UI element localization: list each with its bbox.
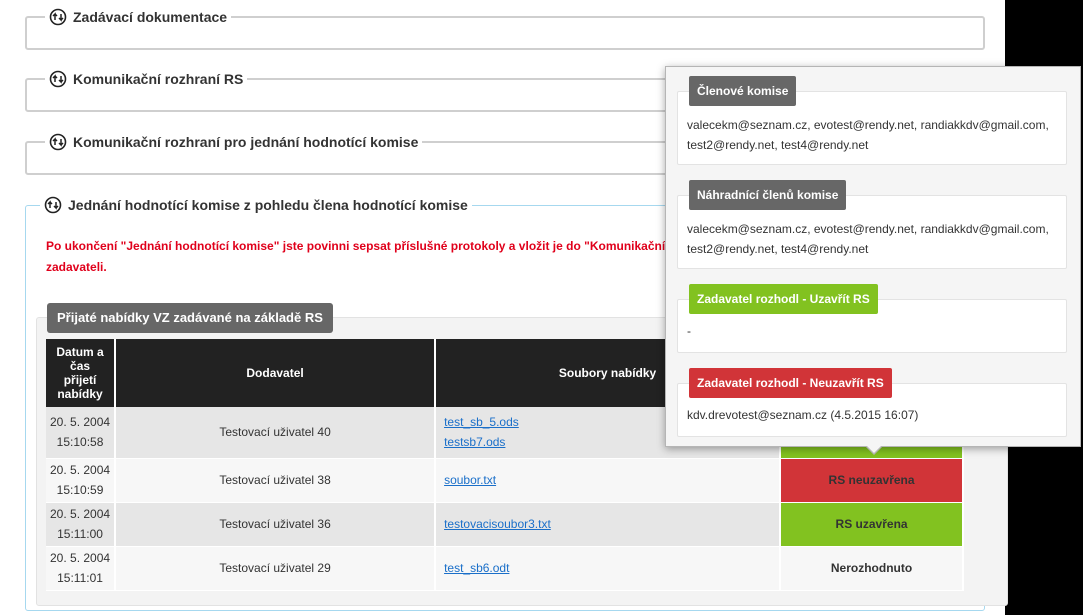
section-title: Komunikační rozhraní RS: [73, 71, 244, 87]
offer-datetime: 20. 5. 2004 15:10:59: [46, 458, 117, 503]
close-decision-title: Zadavatel rozhodl - Uzavřít RS: [689, 284, 878, 314]
offer-files: soubor.txt: [435, 458, 782, 503]
members-title: Členové komise: [689, 76, 797, 106]
offer-files: testovacisoubor3.txt: [435, 502, 782, 547]
section-legend[interactable]: Zadávací dokumentace: [45, 8, 232, 26]
cycle-arrows-icon[interactable]: [49, 8, 67, 26]
offer-datetime: 20. 5. 2004 15:11:01: [46, 546, 117, 591]
table-row: 20. 5. 2004 15:10:59 Testovací uživatel …: [46, 458, 965, 503]
close-decision-value: -: [687, 324, 691, 338]
table-row: 20. 5. 2004 15:11:01 Testovací uživatel …: [46, 546, 965, 591]
warning-line: zadavateli.: [46, 260, 107, 274]
notclose-decision-title: Zadavatel rozhodl - Neuzavřít RS: [689, 368, 892, 398]
column-header-supplier[interactable]: Dodavatel: [115, 339, 437, 407]
table-row: 20. 5. 2004 15:11:00 Testovací uživatel …: [46, 502, 965, 547]
offer-files: test_sb6.odt: [435, 546, 782, 591]
offer-status[interactable]: RS uzavřena: [780, 502, 965, 547]
column-header-date[interactable]: Datum a čas přijetí nabídky: [46, 339, 117, 407]
cycle-arrows-icon[interactable]: [44, 196, 62, 214]
offer-datetime: 20. 5. 2004 15:10:58: [46, 407, 117, 459]
popover-arrow-inner: [866, 445, 882, 453]
offer-file-link[interactable]: soubor.txt: [444, 470, 775, 490]
substitutes-list: valecekm@seznam.cz, evotest@rendy.net, r…: [687, 222, 1049, 256]
offer-file-link[interactable]: testovacisoubor3.txt: [444, 514, 775, 534]
section-title: Zadávací dokumentace: [73, 9, 228, 25]
section-title: Jednání hodnotící komise z pohledu člena…: [68, 197, 468, 213]
cycle-arrows-icon[interactable]: [49, 133, 67, 151]
cycle-arrows-icon[interactable]: [49, 70, 67, 88]
section-title: Komunikační rozhraní pro jednání hodnotí…: [73, 134, 419, 150]
section-legend[interactable]: Jednání hodnotící komise z pohledu člena…: [40, 196, 472, 214]
offer-supplier: Testovací uživatel 40: [115, 407, 437, 459]
section-zadavaci-dokumentace[interactable]: Zadávací dokumentace: [25, 8, 985, 50]
offer-supplier: Testovací uživatel 38: [115, 458, 437, 503]
offer-status[interactable]: RS neuzavřena: [780, 458, 965, 503]
members-list: valecekm@seznam.cz, evotest@rendy.net, r…: [687, 118, 1049, 152]
offers-panel-title: Přijaté nabídky VZ zadávané na základě R…: [47, 303, 333, 333]
offer-supplier: Testovací uživatel 29: [115, 546, 437, 591]
substitutes-title: Náhradnící členů komise: [689, 180, 847, 210]
offer-file-link[interactable]: test_sb6.odt: [444, 558, 775, 578]
offer-datetime: 20. 5. 2004 15:11:00: [46, 502, 117, 547]
warning-line: Po ukončení "Jednání hodnotící komise" j…: [46, 239, 666, 253]
section-legend[interactable]: Komunikační rozhraní pro jednání hodnotí…: [45, 133, 423, 151]
protocol-warning: Po ukončení "Jednání hodnotící komise" j…: [46, 236, 666, 278]
offer-status[interactable]: Nerozhodnuto: [780, 546, 965, 591]
offer-supplier: Testovací uživatel 36: [115, 502, 437, 547]
section-legend[interactable]: Komunikační rozhraní RS: [45, 70, 248, 88]
notclose-decision-value: kdv.drevotest@seznam.cz (4.5.2015 16:07): [687, 408, 919, 422]
